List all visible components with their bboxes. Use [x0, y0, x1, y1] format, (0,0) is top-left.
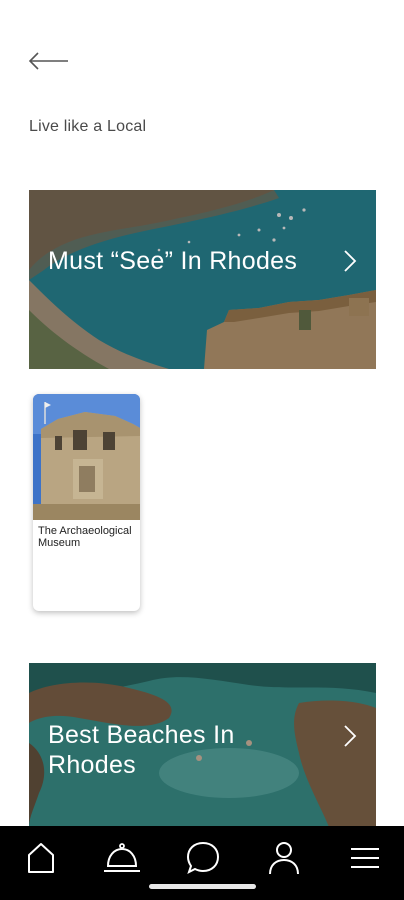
- best-beaches-title: Best Beaches In Rhodes: [48, 720, 235, 780]
- home-indicator[interactable]: [149, 884, 256, 889]
- chat-bubble-icon: [186, 841, 220, 874]
- must-see-title: Must “See” In Rhodes: [48, 247, 298, 275]
- museum-building-image: [33, 394, 140, 520]
- chevron-right-icon: [344, 725, 357, 747]
- back-button[interactable]: [26, 47, 72, 75]
- back-arrow-icon: [28, 52, 68, 70]
- best-beaches-banner[interactable]: Best Beaches In Rhodes: [29, 663, 376, 827]
- home-icon: [28, 843, 54, 873]
- nav-home[interactable]: [21, 838, 61, 878]
- nav-menu[interactable]: [345, 838, 385, 878]
- nav-concierge[interactable]: [102, 838, 142, 878]
- page-subtitle: Live like a Local: [29, 118, 147, 135]
- card-label: The Archaeological Museum: [38, 525, 132, 549]
- best-beaches-title-line2: Rhodes: [48, 751, 136, 779]
- chevron-right-icon: [344, 250, 357, 272]
- concierge-bell-icon: [104, 843, 140, 872]
- archaeological-museum-card[interactable]: The Archaeological Museum: [33, 394, 140, 611]
- menu-icon: [351, 848, 379, 868]
- must-see-banner[interactable]: Must “See” In Rhodes: [29, 190, 376, 369]
- nav-chat[interactable]: [183, 838, 223, 878]
- profile-icon: [269, 842, 299, 875]
- nav-profile[interactable]: [264, 838, 304, 878]
- best-beaches-title-line1: Best Beaches In: [48, 721, 235, 749]
